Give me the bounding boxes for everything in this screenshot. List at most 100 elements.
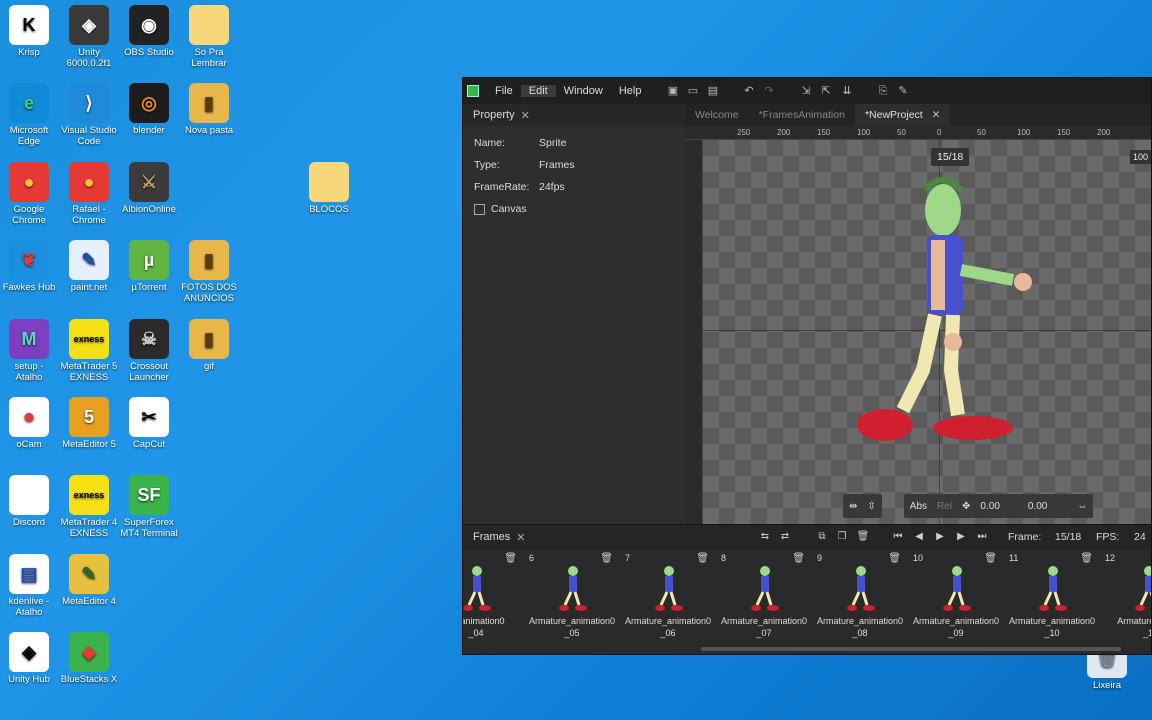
delete-frame-icon[interactable]: 🗑 <box>792 553 805 564</box>
ruler-tick: 200 <box>777 128 791 137</box>
publish-icon[interactable]: ⎘ <box>876 84 890 98</box>
property-tab[interactable]: Property ✕ <box>463 104 685 126</box>
scrollbar-thumb[interactable] <box>701 647 1121 651</box>
desktop-shortcut[interactable]: ▤ kdenlive - Atalho <box>0 554 61 618</box>
property-framerate-value[interactable]: 24fps <box>539 181 565 193</box>
frames-sort-icon[interactable]: ⇆ <box>758 530 772 544</box>
desktop-shortcut[interactable]: BLOCOS <box>297 162 361 215</box>
new-file-icon[interactable]: ▣ <box>666 84 680 98</box>
frame-thumbnail[interactable]: 12🗑Armature_anim _1 <box>1101 551 1151 641</box>
desktop-shortcut[interactable]: ❦ Fawkes Hub <box>0 240 61 293</box>
animation-canvas[interactable]: 15/18 100 ⇹ ⇳ Abs Rel ✥ 0.00 0.00 ⇔ <box>703 140 1151 524</box>
desktop-shortcut[interactable]: µ µTorrent <box>117 240 181 293</box>
desktop-shortcut[interactable]: ● Rafael - Chrome <box>57 162 121 226</box>
desktop-shortcut[interactable]: ◎ blender <box>117 83 181 136</box>
frame-thumbnail[interactable]: 7 🗑 Armature_animation0 _06 <box>621 551 715 641</box>
frame-thumbnail[interactable]: 6 🗑 Armature_animation0 _05 <box>525 551 619 641</box>
last-frame-icon[interactable]: ⏭ <box>975 530 989 544</box>
desktop-shortcut[interactable]: e Microsoft Edge <box>0 83 61 147</box>
character-sprite[interactable] <box>833 170 1053 470</box>
frame-thumbnail[interactable]: 11 🗑 Armature_animation0 _10 <box>1005 551 1099 641</box>
desktop-shortcut[interactable]: ▮ FOTOS DOS ANUNCIOS <box>177 240 241 304</box>
desktop-shortcut[interactable]: ◉ OBS Studio <box>117 5 181 58</box>
menu-window[interactable]: Window <box>556 85 611 97</box>
desktop-shortcut[interactable]: ⟩ Visual Studio Code <box>57 83 121 147</box>
next-frame-icon[interactable]: ▶ <box>954 530 968 544</box>
undo-icon[interactable]: ↶ <box>742 84 756 98</box>
desktop-shortcut[interactable]: ⚔ AlbionOnline <box>117 162 181 215</box>
position-x-field[interactable]: 0.00 <box>980 501 999 512</box>
rel-mode-button[interactable]: Rel <box>937 501 952 512</box>
delete-frame-icon[interactable]: 🗑 <box>696 553 709 564</box>
export-icon[interactable]: ⇱ <box>819 84 833 98</box>
tab-frames-animation[interactable]: *FramesAnimation <box>749 104 855 126</box>
desktop-shortcut[interactable]: So Pra Lembrar <box>177 5 241 69</box>
fps-value[interactable]: 24 <box>1134 531 1146 543</box>
edit-icon[interactable]: ✎ <box>896 84 910 98</box>
prev-frame-icon[interactable]: ◀ <box>912 530 926 544</box>
desktop-shortcut[interactable]: exness MetaTrader 4 EXNESS <box>57 475 121 539</box>
abs-mode-button[interactable]: Abs <box>910 501 927 512</box>
desktop-shortcut[interactable]: ⏺ oCam <box>0 397 61 450</box>
property-type-value[interactable]: Frames <box>539 159 575 171</box>
close-icon[interactable]: ✕ <box>516 531 525 544</box>
desktop-shortcut[interactable]: ◈ Unity Hub <box>0 632 61 685</box>
first-frame-icon[interactable]: ⏮ <box>891 530 905 544</box>
delete-frame-icon[interactable]: 🗑 <box>888 553 901 564</box>
tab-new-project[interactable]: *NewProject ✕ <box>854 104 951 126</box>
desktop-shortcut[interactable]: ✎ paint.net <box>57 240 121 293</box>
desktop-shortcut[interactable]: ✂ CapCut <box>117 397 181 450</box>
frames-scrollbar[interactable] <box>463 644 1151 654</box>
flip-horizontal-icon[interactable]: ⇹ <box>849 501 857 512</box>
delete-frame-icon[interactable]: 🗑 <box>600 553 613 564</box>
desktop-shortcut[interactable]: 5 MetaEditor 5 <box>57 397 121 450</box>
desktop-shortcut[interactable]: exness MetaTrader 5 EXNESS <box>57 319 121 383</box>
desktop-shortcut-label: paint.net <box>70 282 108 293</box>
frame-number: 7 <box>625 553 631 563</box>
redo-icon[interactable]: ↷ <box>762 84 776 98</box>
fit-icon[interactable]: ⇔ <box>1077 501 1087 512</box>
close-icon[interactable]: ✕ <box>521 109 530 122</box>
frame-preview <box>943 566 971 611</box>
flip-vertical-icon[interactable]: ⇳ <box>867 501 875 512</box>
desktop-shortcut[interactable]: Discord <box>0 475 61 528</box>
export-all-icon[interactable]: ⇊ <box>840 84 854 98</box>
delete-frame-icon[interactable]: 🗑 <box>984 553 997 564</box>
frame-thumbnail[interactable]: 10 🗑 Armature_animation0 _09 <box>909 551 1003 641</box>
desktop-shortcut[interactable]: ▮ Nova pasta <box>177 83 241 136</box>
desktop-shortcut[interactable]: Msetup - Atalho <box>0 319 61 383</box>
frame-thumbnail[interactable]: 🗑 re_animation0 _04 <box>463 551 523 641</box>
frames-tab-label[interactable]: Frames <box>463 531 510 543</box>
frame-thumbnail[interactable]: 9 🗑 Armature_animation0 _08 <box>813 551 907 641</box>
desktop-shortcut-label: CapCut <box>132 439 166 450</box>
position-y-field[interactable]: 0.00 <box>1028 501 1047 512</box>
frame-value[interactable]: 15/18 <box>1055 531 1081 543</box>
play-icon[interactable]: ▶ <box>933 530 947 544</box>
delete-frame-icon[interactable]: 🗑 <box>504 553 517 564</box>
menu-help[interactable]: Help <box>611 85 650 97</box>
desktop-shortcut[interactable]: ▮ gif <box>177 319 241 372</box>
copy-frame-icon[interactable]: ❐ <box>835 530 849 544</box>
duplicate-frame-icon[interactable]: ⧉ <box>815 530 829 544</box>
desktop-shortcut[interactable]: ◈ Unity 6000.0.2f1 <box>57 5 121 69</box>
close-icon[interactable]: ✕ <box>932 109 941 121</box>
desktop-shortcut[interactable]: ☠ Crossout Launcher <box>117 319 181 383</box>
frames-swap-icon[interactable]: ⇄ <box>778 530 792 544</box>
tab-welcome[interactable]: Welcome <box>685 104 749 126</box>
import-icon[interactable]: ⇲ <box>799 84 813 98</box>
menu-edit[interactable]: Edit <box>520 85 556 97</box>
canvas-checkbox[interactable] <box>474 203 485 215</box>
property-name-value[interactable]: Sprite <box>539 137 566 149</box>
desktop-shortcut[interactable]: ✎ MetaEditor 4 <box>57 554 121 607</box>
desktop-shortcut[interactable]: SF SuperForex MT4 Terminal <box>117 475 181 539</box>
save-icon[interactable]: ▤ <box>706 84 720 98</box>
delete-frame-icon[interactable]: 🗑 <box>1080 553 1093 564</box>
desktop-shortcut[interactable]: ◆ BlueStacks X <box>57 632 121 685</box>
desktop-shortcut[interactable]: K Krisp <box>0 5 61 58</box>
menu-file[interactable]: File <box>487 85 521 97</box>
delete-frame-icon[interactable]: 🗑 <box>856 530 870 544</box>
open-folder-icon[interactable]: ▭ <box>686 84 700 98</box>
desktop-shortcut[interactable]: ● Google Chrome <box>0 162 61 226</box>
frame-thumbnail[interactable]: 8 🗑 Armature_animation0 _07 <box>717 551 811 641</box>
canvas-checkbox-row[interactable]: Canvas <box>463 198 685 220</box>
